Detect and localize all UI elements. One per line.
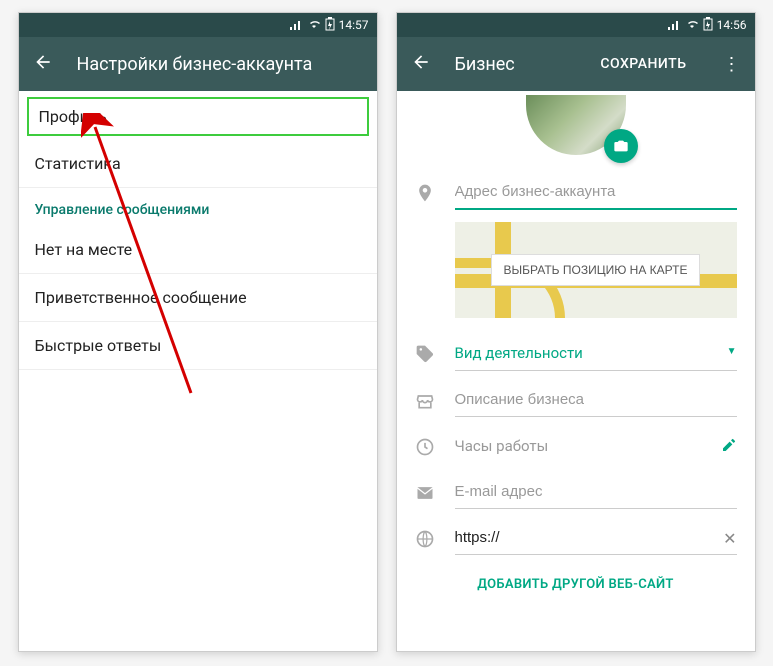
pick-on-map-button[interactable]: ВЫБРАТЬ ПОЗИЦИЮ НА КАРТЕ (491, 254, 701, 286)
store-icon (415, 385, 437, 415)
back-icon[interactable] (33, 52, 53, 77)
avatar-area (397, 91, 755, 167)
app-bar: Бизнес СОХРАНИТЬ ⋮ (397, 37, 755, 91)
map-preview[interactable]: ВЫБРАТЬ ПОЗИЦИЮ НА КАРТЕ (455, 222, 737, 318)
menu-greeting[interactable]: Приветственное сообщение (19, 274, 377, 322)
add-website-button[interactable]: ДОБАВИТЬ ДРУГОЙ ВЕБ-САЙТ (397, 559, 755, 606)
clock-icon (415, 431, 437, 461)
wifi-icon (307, 18, 321, 33)
status-time: 14:56 (717, 18, 747, 32)
menu-profile[interactable]: Профиль (27, 97, 369, 136)
tag-icon (415, 338, 437, 368)
status-bar: 14:56 (397, 13, 755, 37)
menu-stats[interactable]: Статистика (19, 140, 377, 188)
save-button[interactable]: СОХРАНИТЬ (600, 56, 686, 72)
website-input[interactable] (455, 523, 737, 555)
phone-right: 14:56 Бизнес СОХРАНИТЬ ⋮ ВЫБРАТЬ ПОЗИЦИЮ… (396, 12, 756, 652)
status-bar: 14:57 (19, 13, 377, 37)
email-input[interactable] (455, 477, 737, 509)
battery-icon (325, 17, 335, 34)
phone-left: 14:57 Настройки бизнес-аккаунта Профиль … (18, 12, 378, 652)
menu-quick[interactable]: Быстрые ответы (19, 322, 377, 370)
profile-form: ВЫБРАТЬ ПОЗИЦИЮ НА КАРТЕ Вид деятельност… (397, 91, 755, 651)
back-icon[interactable] (411, 52, 431, 77)
hours-field[interactable]: Часы работы (455, 431, 737, 463)
wifi-icon (685, 18, 699, 33)
app-title: Бизнес (455, 54, 577, 75)
location-icon (415, 177, 437, 207)
app-bar: Настройки бизнес-аккаунта (19, 37, 377, 91)
globe-icon (415, 523, 437, 553)
category-select[interactable]: Вид деятельности (455, 338, 737, 371)
camera-button[interactable] (604, 129, 638, 163)
signal-icon (289, 19, 303, 31)
status-time: 14:57 (339, 18, 369, 32)
description-input[interactable] (455, 385, 737, 417)
menu-away[interactable]: Нет на месте (19, 226, 377, 274)
section-messages: Управление сообщениями (19, 188, 377, 226)
settings-list: Профиль Статистика Управление сообщениям… (19, 91, 377, 651)
battery-icon (703, 17, 713, 34)
app-title: Настройки бизнес-аккаунта (77, 54, 363, 75)
clear-icon[interactable]: ✕ (723, 529, 736, 548)
edit-icon[interactable] (721, 437, 737, 457)
address-input[interactable] (455, 177, 737, 210)
email-icon (415, 477, 437, 507)
chevron-down-icon: ▼ (727, 346, 737, 357)
signal-icon (667, 19, 681, 31)
overflow-menu-icon[interactable]: ⋮ (711, 54, 741, 75)
